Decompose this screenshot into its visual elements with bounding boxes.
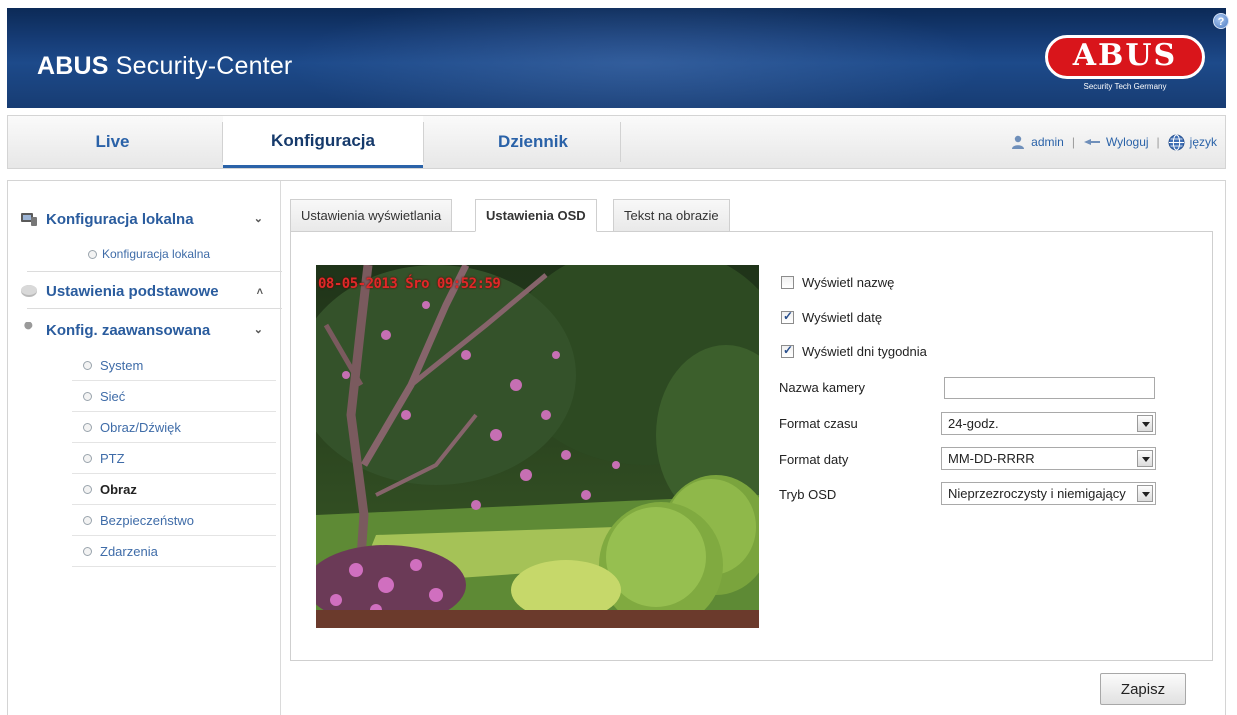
time-format-value: 24-godz. bbox=[948, 416, 999, 431]
sidebar-item-label: PTZ bbox=[100, 451, 125, 466]
separator: | bbox=[1071, 135, 1075, 149]
bullet-icon bbox=[83, 423, 92, 432]
chevron-up-icon: ˄ bbox=[256, 286, 263, 298]
dropdown-arrow-icon[interactable] bbox=[1137, 415, 1153, 432]
osd-mode-select[interactable]: Nieprzezroczysty i niemigający bbox=[941, 482, 1156, 505]
time-format-select[interactable]: 24-godz. bbox=[941, 412, 1156, 435]
menu-advanced-config[interactable]: Konfig. zaawansowana ⌄ bbox=[20, 316, 275, 344]
sidebar-item-security[interactable]: Bezpieczeństwo bbox=[72, 505, 276, 536]
show-name-label: Wyświetl nazwę bbox=[802, 274, 895, 290]
bullet-icon bbox=[83, 485, 92, 494]
user-name[interactable]: admin bbox=[1031, 135, 1064, 149]
osd-mode-label: Tryb OSD bbox=[779, 487, 837, 502]
osd-mode-value: Nieprzezroczysty i niemigający bbox=[948, 486, 1126, 501]
show-weekday-row: Wyświetl dni tygodnia bbox=[781, 341, 927, 361]
date-format-label: Format daty bbox=[779, 452, 849, 467]
chevron-down-icon: ⌄ bbox=[253, 324, 263, 336]
app-title: ABUS Security-Center bbox=[37, 52, 292, 81]
bullet-icon bbox=[83, 454, 92, 463]
main-nav: Live Konfiguracja Dziennik admin | Wylog… bbox=[7, 115, 1226, 169]
menu-basic-settings[interactable]: Ustawienia podstawowe ˄ bbox=[20, 277, 275, 305]
sidebar-item-label: System bbox=[100, 358, 144, 373]
sidebar-item-label: Zdarzenia bbox=[100, 544, 158, 559]
show-name-row: Wyświetl nazwę bbox=[781, 272, 894, 292]
app-title-brand: ABUS bbox=[37, 52, 109, 80]
garden-image bbox=[316, 265, 759, 628]
sidebar-item-ptz[interactable]: PTZ bbox=[72, 443, 276, 474]
dropdown-arrow-icon[interactable] bbox=[1137, 485, 1153, 502]
logout-icon bbox=[1083, 139, 1100, 145]
sidebar-item-image[interactable]: Obraz bbox=[72, 474, 276, 505]
save-button[interactable]: Zapisz bbox=[1100, 673, 1186, 705]
dropdown-arrow-icon[interactable] bbox=[1137, 450, 1153, 467]
separator: | bbox=[1156, 135, 1160, 149]
wrench-icon bbox=[22, 322, 33, 337]
date-format-select[interactable]: MM-DD-RRRR bbox=[941, 447, 1156, 470]
time-format-label: Format czasu bbox=[779, 416, 858, 431]
divider bbox=[27, 271, 282, 272]
nav-divider bbox=[620, 122, 621, 162]
bullet-icon bbox=[83, 361, 92, 370]
sidebar-item-label: Obraz/Dźwięk bbox=[100, 420, 181, 435]
sidebar-item-image-audio[interactable]: Obraz/Dźwięk bbox=[72, 412, 276, 443]
tab-osd-settings[interactable]: Ustawienia OSD bbox=[475, 199, 597, 232]
monitor-icon bbox=[21, 213, 37, 226]
sidebar-item-label: Obraz bbox=[100, 482, 137, 497]
tab-live[interactable]: Live bbox=[30, 116, 195, 168]
show-date-checkbox[interactable] bbox=[781, 309, 794, 324]
language-link[interactable]: język bbox=[1190, 135, 1217, 149]
date-format-value: MM-DD-RRRR bbox=[948, 451, 1035, 466]
camera-name-input[interactable] bbox=[944, 377, 1155, 399]
bullet-icon bbox=[83, 516, 92, 525]
logo-text: ABUS bbox=[1045, 35, 1205, 79]
user-menu: admin | Wyloguj | język bbox=[1011, 116, 1217, 168]
bullet-icon bbox=[88, 250, 97, 259]
sidebar-item-label: Sieć bbox=[100, 389, 126, 404]
app-title-rest: Security-Center bbox=[108, 52, 293, 80]
tab-konfiguracja[interactable]: Konfiguracja bbox=[223, 116, 423, 168]
show-weekday-checkbox[interactable] bbox=[781, 343, 794, 358]
user-icon bbox=[1012, 135, 1025, 149]
sidebar-item-label: Konfiguracja lokalna bbox=[102, 247, 211, 261]
chevron-down-icon: ⌄ bbox=[253, 213, 263, 225]
globe-icon bbox=[1168, 134, 1185, 150]
menu-advanced-label: Konfig. zaawansowana bbox=[46, 321, 211, 339]
sidebar-item-network[interactable]: Sieć bbox=[72, 381, 276, 412]
disc-icon bbox=[21, 285, 37, 297]
sidebar-item-system[interactable]: System bbox=[72, 350, 276, 381]
show-weekday-label: Wyświetl dni tygodnia bbox=[802, 343, 927, 359]
header-glow bbox=[287, 8, 987, 108]
logout-link[interactable]: Wyloguj bbox=[1106, 135, 1149, 149]
osd-overlay-text: 08-05-2013 Śro 09:52:59 bbox=[318, 276, 501, 292]
bullet-icon bbox=[83, 392, 92, 401]
logo-tagline: Security Tech Germany bbox=[1083, 82, 1167, 91]
camera-preview bbox=[316, 265, 759, 628]
tab-dziennik[interactable]: Dziennik bbox=[433, 116, 633, 168]
sidebar-item-local-config[interactable]: Konfiguracja lokalna bbox=[88, 247, 210, 261]
menu-local-label: Konfiguracja lokalna bbox=[46, 210, 194, 228]
show-name-checkbox[interactable] bbox=[781, 275, 794, 289]
abus-logo: ABUS Security Tech Germany bbox=[1040, 35, 1210, 105]
bullet-icon bbox=[83, 547, 92, 556]
nav-divider bbox=[423, 122, 424, 162]
menu-local-config[interactable]: Konfiguracja lokalna ⌄ bbox=[20, 205, 275, 233]
divider bbox=[27, 308, 282, 309]
sidebar-item-label: Bezpieczeństwo bbox=[100, 513, 194, 528]
tab-image-text[interactable]: Tekst na obrazie bbox=[613, 199, 730, 232]
app-header: ABUS Security-Center ABUS Security Tech … bbox=[7, 8, 1226, 108]
show-date-label: Wyświetl datę bbox=[802, 309, 883, 325]
show-date-row: Wyświetl datę bbox=[781, 307, 882, 327]
menu-basic-label: Ustawienia podstawowe bbox=[46, 282, 219, 300]
camera-name-label: Nazwa kamery bbox=[779, 380, 865, 395]
help-icon[interactable]: ? bbox=[1213, 13, 1229, 29]
tab-display-settings[interactable]: Ustawienia wyświetlania bbox=[290, 199, 453, 232]
sidebar-item-events[interactable]: Zdarzenia bbox=[72, 536, 276, 567]
